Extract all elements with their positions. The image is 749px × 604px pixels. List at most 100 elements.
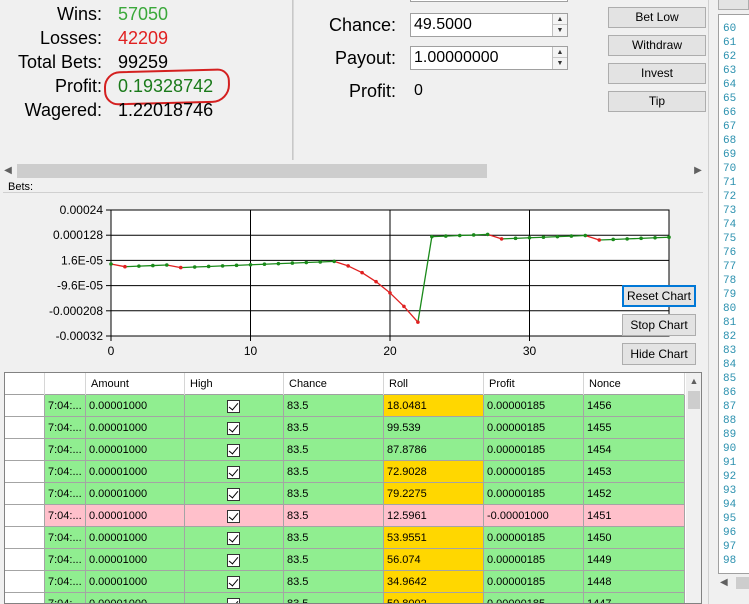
amount-header[interactable]: Amount <box>86 373 185 395</box>
high-checkbox[interactable] <box>227 444 240 457</box>
time-cell[interactable]: 7:04:... <box>45 505 86 527</box>
roll-header[interactable]: Roll <box>384 373 484 395</box>
time-cell[interactable]: 7:04:... <box>45 571 86 593</box>
amount-cell[interactable]: 0.00001000 <box>86 395 185 417</box>
nonce-cell[interactable]: 1454 <box>584 439 685 461</box>
chance-cell[interactable]: 83.5 <box>284 417 384 439</box>
table-row[interactable]: 7:04:... 0.00001000 83.5 34.9642 0.00000185 1… <box>5 571 685 593</box>
roll-cell[interactable]: 56.074 <box>384 549 484 571</box>
invest-button[interactable]: Invest <box>608 63 706 84</box>
table-row[interactable]: 7:04:... 0.00001000 83.5 72.9028 0.00000185 1… <box>5 461 685 483</box>
roll-cell[interactable]: 79.2275 <box>384 483 484 505</box>
time-cell[interactable]: 7:04:... <box>45 527 86 549</box>
stop-chart-button[interactable]: Stop Chart <box>622 314 696 336</box>
roll-cell[interactable]: 18.0481 <box>384 395 484 417</box>
reset-chart-button[interactable]: Reset Chart <box>622 285 696 307</box>
payout-down-arrow-icon[interactable]: ▼ <box>553 58 567 69</box>
high-checkbox[interactable] <box>227 400 240 413</box>
nonce-cell[interactable]: 1456 <box>584 395 685 417</box>
time-cell[interactable]: 7:04:... <box>45 593 86 603</box>
high-cell[interactable] <box>185 593 284 603</box>
chance-cell[interactable]: 83.5 <box>284 439 384 461</box>
row-header-cell[interactable] <box>5 571 45 593</box>
amount-cell[interactable]: 0.00001000 <box>86 461 185 483</box>
high-cell[interactable] <box>185 549 284 571</box>
table-row[interactable]: 7:04:... 0.00001000 83.5 50.8002 0.00000185 1… <box>5 593 685 603</box>
log-scroll-left-icon[interactable]: ◀ <box>720 574 728 592</box>
row-header-cell[interactable] <box>5 593 45 603</box>
amount-cell[interactable]: 0.00001000 <box>86 527 185 549</box>
high-cell[interactable] <box>185 483 284 505</box>
scroll-right-icon[interactable]: ▶ <box>690 162 706 180</box>
row-header-cell[interactable] <box>5 439 45 461</box>
payout-spinner[interactable]: ▲ ▼ <box>552 47 567 69</box>
nonce-cell[interactable]: 1451 <box>584 505 685 527</box>
roll-cell[interactable]: 87.8786 <box>384 439 484 461</box>
amount-cell[interactable]: 0.00001000 <box>86 593 185 603</box>
payout-up-arrow-icon[interactable]: ▲ <box>553 47 567 58</box>
chance-value[interactable]: 49.5000 <box>414 16 472 33</box>
scroll-up-icon[interactable]: ▲ <box>686 373 701 389</box>
profit-cell[interactable]: 0.00000185 <box>484 439 584 461</box>
scroll-left-icon[interactable]: ◀ <box>0 162 16 180</box>
high-cell[interactable] <box>185 527 284 549</box>
roll-cell[interactable]: 50.8002 <box>384 593 484 603</box>
bet-low-button[interactable]: Bet Low <box>608 7 706 28</box>
nonce-cell[interactable]: 1448 <box>584 571 685 593</box>
roll-cell[interactable]: 99.539 <box>384 417 484 439</box>
table-row[interactable]: 7:04:... 0.00001000 83.5 53.9551 0.00000185 1… <box>5 527 685 549</box>
time-cell[interactable]: 7:04:... <box>45 417 86 439</box>
high-cell[interactable] <box>185 571 284 593</box>
roll-cell[interactable]: 72.9028 <box>384 461 484 483</box>
payout-value[interactable]: 1.00000000 <box>414 49 499 66</box>
chance-cell[interactable]: 83.5 <box>284 483 384 505</box>
table-row[interactable]: 7:04:... 0.00001000 83.5 18.0481 0.00000185 1… <box>5 395 685 417</box>
profit-cell[interactable]: 0.00000185 <box>484 527 584 549</box>
row-header-cell[interactable] <box>5 417 45 439</box>
high-checkbox[interactable] <box>227 576 240 589</box>
chance-cell[interactable]: 83.5 <box>284 549 384 571</box>
nonce-cell[interactable]: 1455 <box>584 417 685 439</box>
table-row[interactable]: 7:04:... 0.00001000 83.5 99.539 0.00000185 14… <box>5 417 685 439</box>
profit-cell[interactable]: 0.00000185 <box>484 395 584 417</box>
high-cell[interactable] <box>185 439 284 461</box>
chance-cell[interactable]: 83.5 <box>284 527 384 549</box>
high-cell[interactable] <box>185 417 284 439</box>
row-header-cell[interactable] <box>5 483 45 505</box>
log-scroll-thumb[interactable] <box>736 577 749 589</box>
hide-chart-button[interactable]: Hide Chart <box>622 343 696 365</box>
horizontal-scrollbar[interactable]: ◀ ▶ <box>0 162 706 180</box>
amount-cell[interactable]: 0.00001000 <box>86 571 185 593</box>
chance-up-arrow-icon[interactable]: ▲ <box>553 14 567 25</box>
chance-cell[interactable]: 83.5 <box>284 461 384 483</box>
time-cell[interactable]: 7:04:... <box>45 395 86 417</box>
chance-cell[interactable]: 83.5 <box>284 505 384 527</box>
table-row[interactable]: 7:04:... 0.00001000 83.5 79.2275 0.00000185 1… <box>5 483 685 505</box>
chance-input[interactable]: 49.5000 ▲ ▼ <box>410 13 568 37</box>
profit-header[interactable]: Profit <box>484 373 584 395</box>
roll-cell[interactable]: 53.9551 <box>384 527 484 549</box>
profit-cell[interactable]: 0.00000185 <box>484 461 584 483</box>
payout-input[interactable]: 1.00000000 ▲ ▼ <box>410 46 568 70</box>
table-row[interactable]: 7:04:... 0.00001000 83.5 56.074 0.00000185 14… <box>5 549 685 571</box>
high-cell[interactable] <box>185 395 284 417</box>
high-cell[interactable] <box>185 505 284 527</box>
high-checkbox[interactable] <box>227 422 240 435</box>
row-header-cell[interactable] <box>5 395 45 417</box>
profit-cell[interactable]: 0.00000185 <box>484 593 584 603</box>
log-horizontal-scrollbar[interactable]: ◀ <box>718 574 749 592</box>
table-row[interactable]: 7:04:... 0.00001000 83.5 87.8786 0.00000185 1… <box>5 439 685 461</box>
row-header-cell[interactable] <box>5 527 45 549</box>
chance-spinner[interactable]: ▲ ▼ <box>552 14 567 36</box>
grid-scroll-thumb[interactable] <box>688 391 700 409</box>
high-checkbox[interactable] <box>227 488 240 501</box>
profit-cell[interactable]: 0.00000185 <box>484 571 584 593</box>
grid-vertical-scrollbar[interactable]: ▲ <box>686 373 701 603</box>
high-checkbox[interactable] <box>227 554 240 567</box>
chance-cell[interactable]: 83.5 <box>284 571 384 593</box>
nonce-cell[interactable]: 1450 <box>584 527 685 549</box>
roll-cell[interactable]: 34.9642 <box>384 571 484 593</box>
time-cell[interactable]: 7:04:... <box>45 439 86 461</box>
high-checkbox[interactable] <box>227 466 240 479</box>
profit-cell[interactable]: 0.00000185 <box>484 483 584 505</box>
